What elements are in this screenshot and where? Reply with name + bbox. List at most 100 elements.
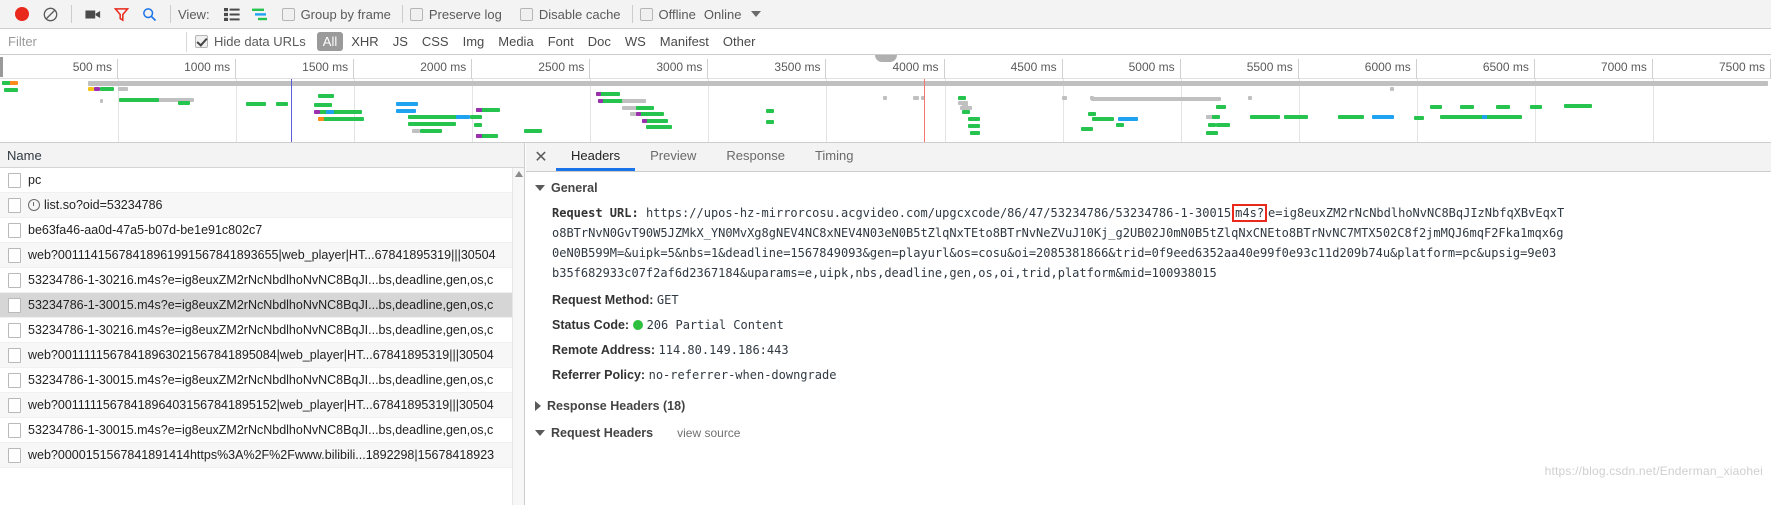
overview-request-bar	[1372, 115, 1394, 119]
close-icon[interactable]: ✕	[526, 143, 556, 171]
overview-request-bar	[1116, 123, 1124, 127]
table-row[interactable]: web?00111415678418961991567841893655|web…	[0, 243, 524, 268]
filter-funnel-icon	[113, 7, 129, 21]
type-filter-manifest[interactable]: Manifest	[654, 32, 715, 51]
overview-request-bar	[1564, 104, 1592, 108]
table-row[interactable]: 53234786-1-30015.m4s?e=ig8euxZM2rNcNbdlh…	[0, 368, 524, 393]
table-row[interactable]: be63fa46-aa0d-47a5-b07d-be1e91c802c7	[0, 218, 524, 243]
type-filter-img[interactable]: Img	[457, 32, 491, 51]
type-filter-font[interactable]: Font	[542, 32, 580, 51]
overview-request-bar	[1338, 115, 1364, 119]
referrer-policy-value: no-referrer-when-downgrade	[648, 368, 837, 382]
request-list-scrollbar[interactable]	[512, 168, 524, 505]
overview-request-bar	[646, 125, 672, 129]
overview-request-bar	[412, 129, 420, 133]
pending-clock-icon	[28, 199, 40, 211]
filter-divider	[186, 31, 187, 52]
request-url-line-3[interactable]: 0eN0B599M=&uipk=5&nbs=1&deadline=1567849…	[552, 243, 1771, 263]
column-header-name[interactable]: Name	[7, 148, 42, 163]
overview-gridline	[472, 79, 474, 142]
preserve-log-checkbox[interactable]: Preserve log	[409, 7, 502, 22]
record-button[interactable]	[8, 1, 36, 27]
response-headers-section-header[interactable]: Response Headers (18)	[535, 399, 1771, 413]
toolbar-divider-1	[71, 5, 72, 23]
tab-preview[interactable]: Preview	[635, 143, 711, 171]
overview-request-bar	[318, 117, 324, 121]
overview-request-bar	[958, 96, 966, 100]
group-by-frame-label: Group by frame	[300, 6, 391, 22]
tab-headers[interactable]: Headers	[556, 143, 636, 171]
watermark-text: https://blog.csdn.net/Enderman_xiaohei	[1544, 464, 1763, 478]
table-row[interactable]: web?0000151567841891414https%3A%2F%2Fwww…	[0, 443, 524, 468]
status-code-row: Status Code: 206 Partial Content	[552, 316, 1771, 335]
type-filter-all[interactable]: All	[316, 32, 344, 51]
overview-request-bar	[408, 115, 460, 119]
hide-data-urls-checkbox[interactable]: Hide data URLs	[195, 34, 306, 49]
table-row[interactable]: 53234786-1-30216.m4s?e=ig8euxZM2rNcNbdlh…	[0, 318, 524, 343]
search-input[interactable]	[0, 29, 182, 54]
type-filter-other[interactable]: Other	[717, 32, 762, 51]
tab-timing[interactable]: Timing	[800, 143, 869, 171]
overview-request-bar	[766, 109, 774, 113]
headers-panel: General Request URL: https://upos-hz-mir…	[526, 172, 1771, 505]
type-filter-doc[interactable]: Doc	[582, 32, 617, 51]
overview-request-bar	[408, 122, 456, 126]
overview-gridline	[1062, 79, 1064, 142]
status-dot-icon	[632, 320, 643, 330]
network-overview[interactable]: 500 ms 1000 ms 1500 ms 2000 ms 2500 ms 3000 m…	[0, 55, 1771, 143]
request-headers-section-header[interactable]: Request Headers view source	[535, 426, 1771, 440]
remote-address-label: Remote Address:	[552, 343, 656, 357]
overview-gridline	[236, 79, 238, 142]
document-icon	[8, 222, 21, 238]
overview-request-bar	[766, 120, 774, 124]
request-url-value-part1[interactable]: https://upos-hz-mirrorcosu.acgvideo.com/…	[646, 206, 1231, 220]
type-filter-css[interactable]: CSS	[416, 32, 455, 51]
document-icon	[8, 447, 21, 463]
offline-checkbox[interactable]: Offline	[639, 7, 696, 22]
tab-response[interactable]: Response	[711, 143, 800, 171]
filter-toggle-button[interactable]	[107, 1, 135, 27]
throttling-value[interactable]: Online	[704, 7, 742, 22]
overview-request-bar	[1081, 127, 1093, 131]
overview-request-bar	[642, 119, 647, 123]
request-url-line-4[interactable]: b35f682933c07f2af6d2367184&uparams=e,uip…	[552, 263, 1771, 283]
capture-screenshots-button[interactable]	[79, 1, 107, 27]
request-name: web?00111415678418961991567841893655|web…	[28, 248, 496, 262]
overview-resize-handle[interactable]	[874, 55, 897, 62]
overview-request-bar	[1092, 117, 1114, 121]
clear-button[interactable]	[36, 1, 64, 27]
disable-cache-checkbox[interactable]: Disable cache	[519, 7, 621, 22]
request-name: 53234786-1-30216.m4s?e=ig8euxZM2rNcNbdlh…	[28, 323, 494, 337]
filter-bar: Hide data URLs AllXHRJSCSSImgMediaFontDo…	[0, 29, 1771, 55]
group-by-frame-checkbox[interactable]: Group by frame	[281, 6, 391, 22]
request-url-value-part2[interactable]: e=ig8euxZM2rNcNbdlhoNvNC8BqJIzNbfqXBvEqx…	[1268, 206, 1564, 220]
table-row[interactable]: 53234786-1-30216.m4s?e=ig8euxZM2rNcNbdlh…	[0, 268, 524, 293]
type-filter-js[interactable]: JS	[387, 32, 414, 51]
list-view-button[interactable]	[218, 1, 246, 27]
chevron-down-icon[interactable]	[751, 11, 762, 17]
type-filter-media[interactable]: Media	[492, 32, 539, 51]
type-filter-ws[interactable]: WS	[619, 32, 652, 51]
overview-request-bar	[318, 94, 334, 98]
type-filter-xhr[interactable]: XHR	[345, 32, 384, 51]
search-button[interactable]	[135, 1, 163, 27]
scroll-up-arrow-icon[interactable]	[515, 171, 523, 177]
overview-request-bar	[474, 123, 482, 127]
waterfall-view-button[interactable]	[246, 1, 274, 27]
triangle-down-icon	[535, 185, 545, 191]
overview-request-bar	[178, 101, 190, 105]
document-icon	[8, 422, 21, 438]
general-section-header[interactable]: General	[535, 181, 1771, 195]
hide-data-urls-label: Hide data URLs	[214, 34, 306, 49]
overview-request-bar	[1414, 116, 1424, 120]
table-row[interactable]: 53234786-1-30015.m4s?e=ig8euxZM2rNcNbdlh…	[0, 418, 524, 443]
table-row[interactable]: list.so?oid=53234786	[0, 193, 524, 218]
table-row[interactable]: web?00111115678418963021567841895084|web…	[0, 343, 524, 368]
view-source-link[interactable]: view source	[677, 426, 740, 440]
table-row[interactable]: 53234786-1-30015.m4s?e=ig8euxZM2rNcNbdlh…	[0, 293, 524, 318]
table-row[interactable]: web?00111115678418964031567841895152|web…	[0, 393, 524, 418]
overview-request-bar	[1390, 87, 1394, 91]
request-url-line-2[interactable]: o8BTrNvN0GvT90W5JZMkX_YN0MvXg8gNEV4NC8xN…	[552, 223, 1771, 243]
table-row[interactable]: pc	[0, 168, 524, 193]
overview-request-bar	[883, 96, 887, 100]
